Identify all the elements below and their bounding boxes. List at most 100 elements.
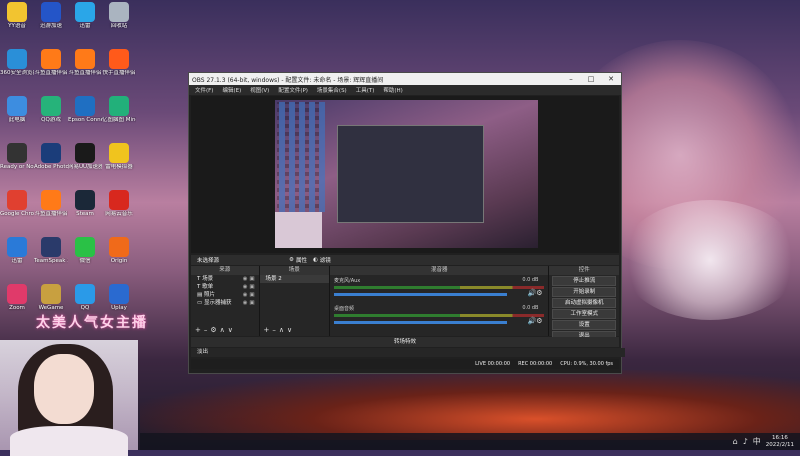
menu-profile[interactable]: 配置文件(P) bbox=[278, 86, 308, 94]
desktop-icon[interactable]: 迅雷 bbox=[68, 2, 102, 46]
menu-view[interactable]: 视图(V) bbox=[250, 86, 269, 94]
sources-header: 场景 bbox=[259, 266, 330, 275]
controls-header: 控件 bbox=[549, 266, 619, 275]
properties-button[interactable]: 属性 bbox=[296, 256, 307, 264]
desktop-icon-label: 斗鱼直播伴侣 bbox=[34, 211, 68, 217]
desktop-icon-label: QQ bbox=[80, 305, 90, 311]
menu-scene-collection[interactable]: 场景集合(S) bbox=[317, 86, 347, 94]
volume-slider[interactable] bbox=[334, 293, 507, 296]
obs-titlebar[interactable]: OBS 27.1.3 (64-bit, windows) - 配置文件: 未命名… bbox=[189, 73, 621, 85]
desktop-icon[interactable]: 快手直播伴侣 bbox=[102, 49, 136, 93]
desktop-icon-label: Zoom bbox=[9, 305, 25, 311]
app-icon bbox=[75, 49, 95, 69]
desktop-icon[interactable]: 斗鱼直播伴侣 bbox=[68, 49, 102, 93]
app-icon bbox=[41, 2, 61, 22]
image-icon: ▤ bbox=[197, 292, 204, 298]
app-icon bbox=[75, 190, 95, 210]
desktop-icon[interactable]: QQ游戏 bbox=[34, 96, 68, 140]
preview-canvas[interactable] bbox=[191, 96, 619, 253]
desktop-icon-label: 斗鱼直播伴侣 bbox=[34, 70, 68, 76]
stream-overlay-text: 太美人气女主播 bbox=[36, 315, 148, 331]
app-icon bbox=[75, 2, 95, 22]
eye-icon[interactable]: ◉ ▣ bbox=[243, 291, 255, 299]
desktop-icon-label: 斗鱼直播伴侣 bbox=[68, 70, 102, 76]
desktop-icon[interactable]: 迅雷 bbox=[0, 237, 34, 281]
settings-button[interactable]: 设置 bbox=[552, 320, 616, 330]
desktop-icon[interactable]: 微信 bbox=[68, 237, 102, 281]
source-tools[interactable]: +–∧∨ bbox=[260, 326, 330, 336]
desktop-icon[interactable]: 迅游加速 bbox=[34, 2, 68, 46]
minimize-button[interactable]: – bbox=[561, 75, 581, 83]
mixer-track[interactable]: 麦克风/Aux 0.0 dB 🔊⚙ bbox=[334, 277, 545, 305]
app-icon bbox=[41, 143, 61, 163]
network-icon[interactable]: ⌂ bbox=[733, 437, 738, 446]
speaker-icon[interactable]: 🔊⚙ bbox=[527, 289, 542, 297]
scene-item[interactable]: T 场景 ◉ ▣ bbox=[191, 275, 259, 283]
speaker-icon[interactable]: 🔊⚙ bbox=[527, 317, 542, 325]
scene-tools[interactable]: +–⚙∧∨ bbox=[191, 326, 259, 336]
status-bar: LIVE 00:00:00 REC 00:00:00 CPU: 0.9%, 30… bbox=[191, 359, 619, 369]
desktop-icon-label: YY语音 bbox=[8, 23, 26, 29]
eye-icon[interactable]: ◉ ▣ bbox=[243, 275, 255, 283]
desktop-icon[interactable]: Steam bbox=[68, 190, 102, 234]
ime-icon[interactable]: 中 bbox=[753, 436, 761, 447]
close-button[interactable]: ✕ bbox=[601, 75, 621, 83]
webcam-face bbox=[34, 354, 94, 424]
desktop-icon[interactable]: 回收站 bbox=[102, 2, 136, 46]
desktop-icon[interactable]: TeamSpeak 3 bbox=[34, 237, 68, 281]
desktop-icon[interactable]: 亿图脑图 MindMaster bbox=[102, 96, 136, 140]
start-recording-button[interactable]: 开始录制 bbox=[552, 287, 616, 297]
desktop-icon[interactable]: 雷电模拟器 bbox=[102, 143, 136, 187]
desktop-icon-label: WeGame bbox=[38, 305, 64, 311]
desktop-icon[interactable]: Origin bbox=[102, 237, 136, 281]
scene-item[interactable]: ▤ 照片 ◉ ▣ bbox=[191, 291, 259, 299]
virtual-camera-button[interactable]: 启动虚拟摄像机 bbox=[552, 298, 616, 308]
eye-icon[interactable]: ◉ ▣ bbox=[243, 283, 255, 291]
mixer-header: 混音器 bbox=[330, 266, 549, 275]
desktop-icon[interactable]: Google Chrome bbox=[0, 190, 34, 234]
desktop-icon[interactable]: 此电脑 bbox=[0, 96, 34, 140]
filter-icon[interactable]: ◐ bbox=[313, 257, 318, 263]
obs-window: OBS 27.1.3 (64-bit, windows) - 配置文件: 未命名… bbox=[188, 72, 625, 374]
menu-help[interactable]: 帮助(H) bbox=[383, 86, 402, 94]
menu-bar: 文件(F) 编辑(E) 视图(V) 配置文件(P) 场景集合(S) 工具(T) … bbox=[189, 85, 621, 95]
scene-item[interactable]: ▭ 显示器捕获 ◉ ▣ bbox=[191, 299, 259, 307]
source-toolbar: 未选择源 ⚙ 属性 ◐ 滤镜 bbox=[191, 255, 619, 265]
desktop-icon[interactable]: 斗鱼直播伴侣 bbox=[34, 190, 68, 234]
maximize-button[interactable]: □ bbox=[581, 75, 601, 83]
scene-item[interactable]: T 歌单 ◉ ▣ bbox=[191, 283, 259, 291]
cpu-usage: CPU: 0.9%, 30.00 fps bbox=[560, 361, 613, 367]
track-name: 桌面音频 bbox=[334, 306, 355, 312]
menu-file[interactable]: 文件(F) bbox=[195, 86, 213, 94]
stop-stream-button[interactable]: 停止推流 bbox=[552, 276, 616, 286]
desktop-icon[interactable]: Zoom bbox=[0, 284, 34, 328]
desktop-icon[interactable]: 网易UU加速器 bbox=[68, 143, 102, 187]
volume-slider[interactable] bbox=[334, 321, 507, 324]
gear-icon[interactable]: ⚙ bbox=[289, 257, 294, 263]
desktop-icon-label: 网易云音乐 bbox=[105, 211, 133, 217]
desktop-icon[interactable]: Epson Connect Site bbox=[68, 96, 102, 140]
scenes-header: 来源 bbox=[191, 266, 259, 275]
desktop-icon[interactable]: YY语音 bbox=[0, 2, 34, 46]
volume-icon[interactable]: ♪ bbox=[743, 437, 748, 446]
app-icon bbox=[75, 96, 95, 116]
desktop-icon-label: 快手直播伴侣 bbox=[102, 70, 136, 76]
desktop-icon[interactable]: 网易云音乐 bbox=[102, 190, 136, 234]
desktop-icon[interactable]: Ready or Not bbox=[0, 143, 34, 187]
clock[interactable]: 16:16 2022/2/11 bbox=[766, 435, 794, 448]
desktop-icon-label: 迅游加速 bbox=[39, 23, 62, 29]
mixer-track[interactable]: 桌面音频 0.0 dB 🔊⚙ bbox=[334, 305, 545, 333]
desktop-icon[interactable]: 360安全浏览器 bbox=[0, 49, 34, 93]
desktop-icon-label: Epson Connect Site bbox=[68, 117, 102, 123]
filters-button[interactable]: 滤镜 bbox=[320, 256, 331, 264]
preview-desktop-icons bbox=[277, 102, 325, 212]
transition-select[interactable]: 淡出 bbox=[191, 348, 625, 357]
desktop-icon-label: 雷电模拟器 bbox=[105, 164, 133, 170]
desktop-icon[interactable]: Adobe Photosh... bbox=[34, 143, 68, 187]
eye-icon[interactable]: ◉ ▣ bbox=[243, 299, 255, 307]
desktop-icon[interactable]: 斗鱼直播伴侣 bbox=[34, 49, 68, 93]
menu-edit[interactable]: 编辑(E) bbox=[222, 86, 241, 94]
source-item[interactable]: 场景 2 bbox=[259, 275, 330, 283]
menu-tools[interactable]: 工具(T) bbox=[356, 86, 375, 94]
studio-mode-button[interactable]: 工作室模式 bbox=[552, 309, 616, 319]
